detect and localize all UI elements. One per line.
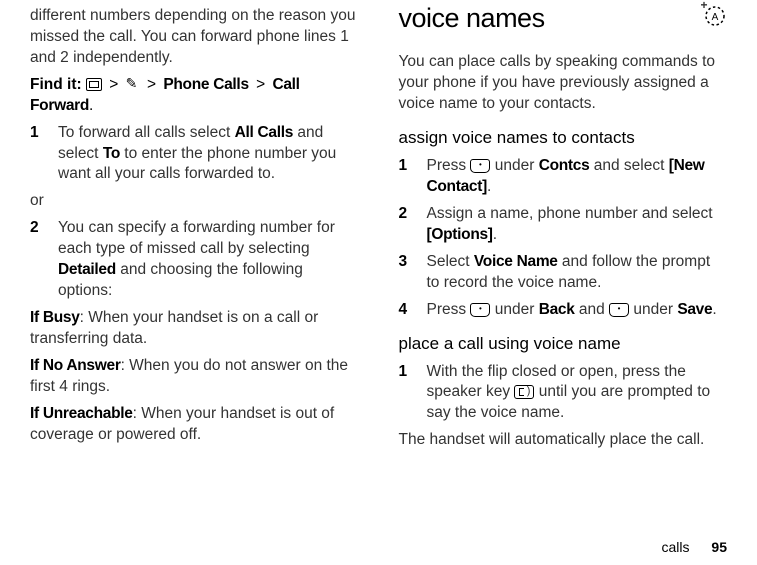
- step-number: 1: [399, 362, 427, 425]
- left-steps-2: 2 You can specify a forwarding number fo…: [30, 218, 359, 302]
- speaker-key-icon: [514, 385, 534, 399]
- step-number: 4: [399, 300, 427, 321]
- menu-key-icon: [86, 78, 102, 91]
- find-it-line: Find it: > > Phone Calls > Call Forward.: [30, 75, 359, 117]
- assign-heading: assign voice names to contacts: [399, 127, 728, 150]
- voice-intro: You can place calls by speaking commands…: [399, 52, 728, 115]
- svg-text:A: A: [712, 12, 719, 23]
- if-unreachable: If Unreachable: When your handset is out…: [30, 404, 359, 446]
- right-column: voice names + A You can place calls by s…: [399, 0, 728, 457]
- step-body: Press under Back and under Save.: [427, 300, 728, 321]
- left-column: different numbers depending on the reaso…: [30, 0, 359, 457]
- footer-page-number: 95: [711, 539, 727, 555]
- path-separator: >: [147, 76, 156, 93]
- if-no-answer: If No Answer: When you do not answer on …: [30, 356, 359, 398]
- step-number: 3: [399, 252, 427, 294]
- step-number: 2: [30, 218, 58, 302]
- step-body: You can specify a forwarding number for …: [58, 218, 359, 302]
- left-steps: 1 To forward all calls select All Calls …: [30, 123, 359, 186]
- tools-icon: [126, 77, 140, 91]
- opt-to: To: [103, 145, 120, 162]
- find-it-label: Find it:: [30, 76, 82, 93]
- if-busy-heading: If Busy: [30, 309, 80, 326]
- path-phone-calls: Phone Calls: [163, 76, 248, 93]
- if-unreachable-heading: If Unreachable: [30, 405, 133, 422]
- step-number: 2: [399, 204, 427, 246]
- intro-paragraph: different numbers depending on the reaso…: [30, 6, 359, 69]
- place-steps: 1 With the flip closed or open, press th…: [399, 362, 728, 425]
- softkey-save: Save: [677, 301, 712, 318]
- gear-icon: A: [701, 2, 727, 28]
- step-body: Assign a name, phone number and select […: [427, 204, 728, 246]
- step-body: To forward all calls select All Calls an…: [58, 123, 359, 186]
- softkey-icon: [609, 303, 629, 317]
- opt-all-calls: All Calls: [235, 124, 293, 141]
- softkey-icon: [470, 159, 490, 173]
- footer-section: calls: [662, 539, 690, 555]
- step-body: Press under Contcs and select [New Conta…: [427, 156, 728, 198]
- softkey-back: Back: [539, 301, 575, 318]
- step-body: Select Voice Name and follow the prompt …: [427, 252, 728, 294]
- step-number: 1: [399, 156, 427, 198]
- step-body: With the flip closed or open, press the …: [427, 362, 728, 425]
- or-text: or: [30, 191, 359, 212]
- section-title: voice names: [399, 0, 545, 36]
- path-separator: >: [256, 76, 265, 93]
- if-no-answer-heading: If No Answer: [30, 357, 121, 374]
- opt-detailed: Detailed: [58, 261, 116, 278]
- step-number: 1: [30, 123, 58, 186]
- assign-steps: 1 Press under Contcs and select [New Con…: [399, 156, 728, 320]
- softkey-contcs: Contcs: [539, 157, 590, 174]
- opt-voice-name: Voice Name: [474, 253, 558, 270]
- softkey-icon: [470, 303, 490, 317]
- opt-options: [Options]: [427, 226, 493, 243]
- place-call-heading: place a call using voice name: [399, 333, 728, 356]
- page-footer: calls 95: [662, 539, 727, 555]
- outro-paragraph: The handset will automatically place the…: [399, 430, 728, 451]
- path-separator: >: [109, 76, 118, 93]
- feature-badge-icon: + A: [701, 2, 727, 28]
- if-busy: If Busy: When your handset is on a call …: [30, 308, 359, 350]
